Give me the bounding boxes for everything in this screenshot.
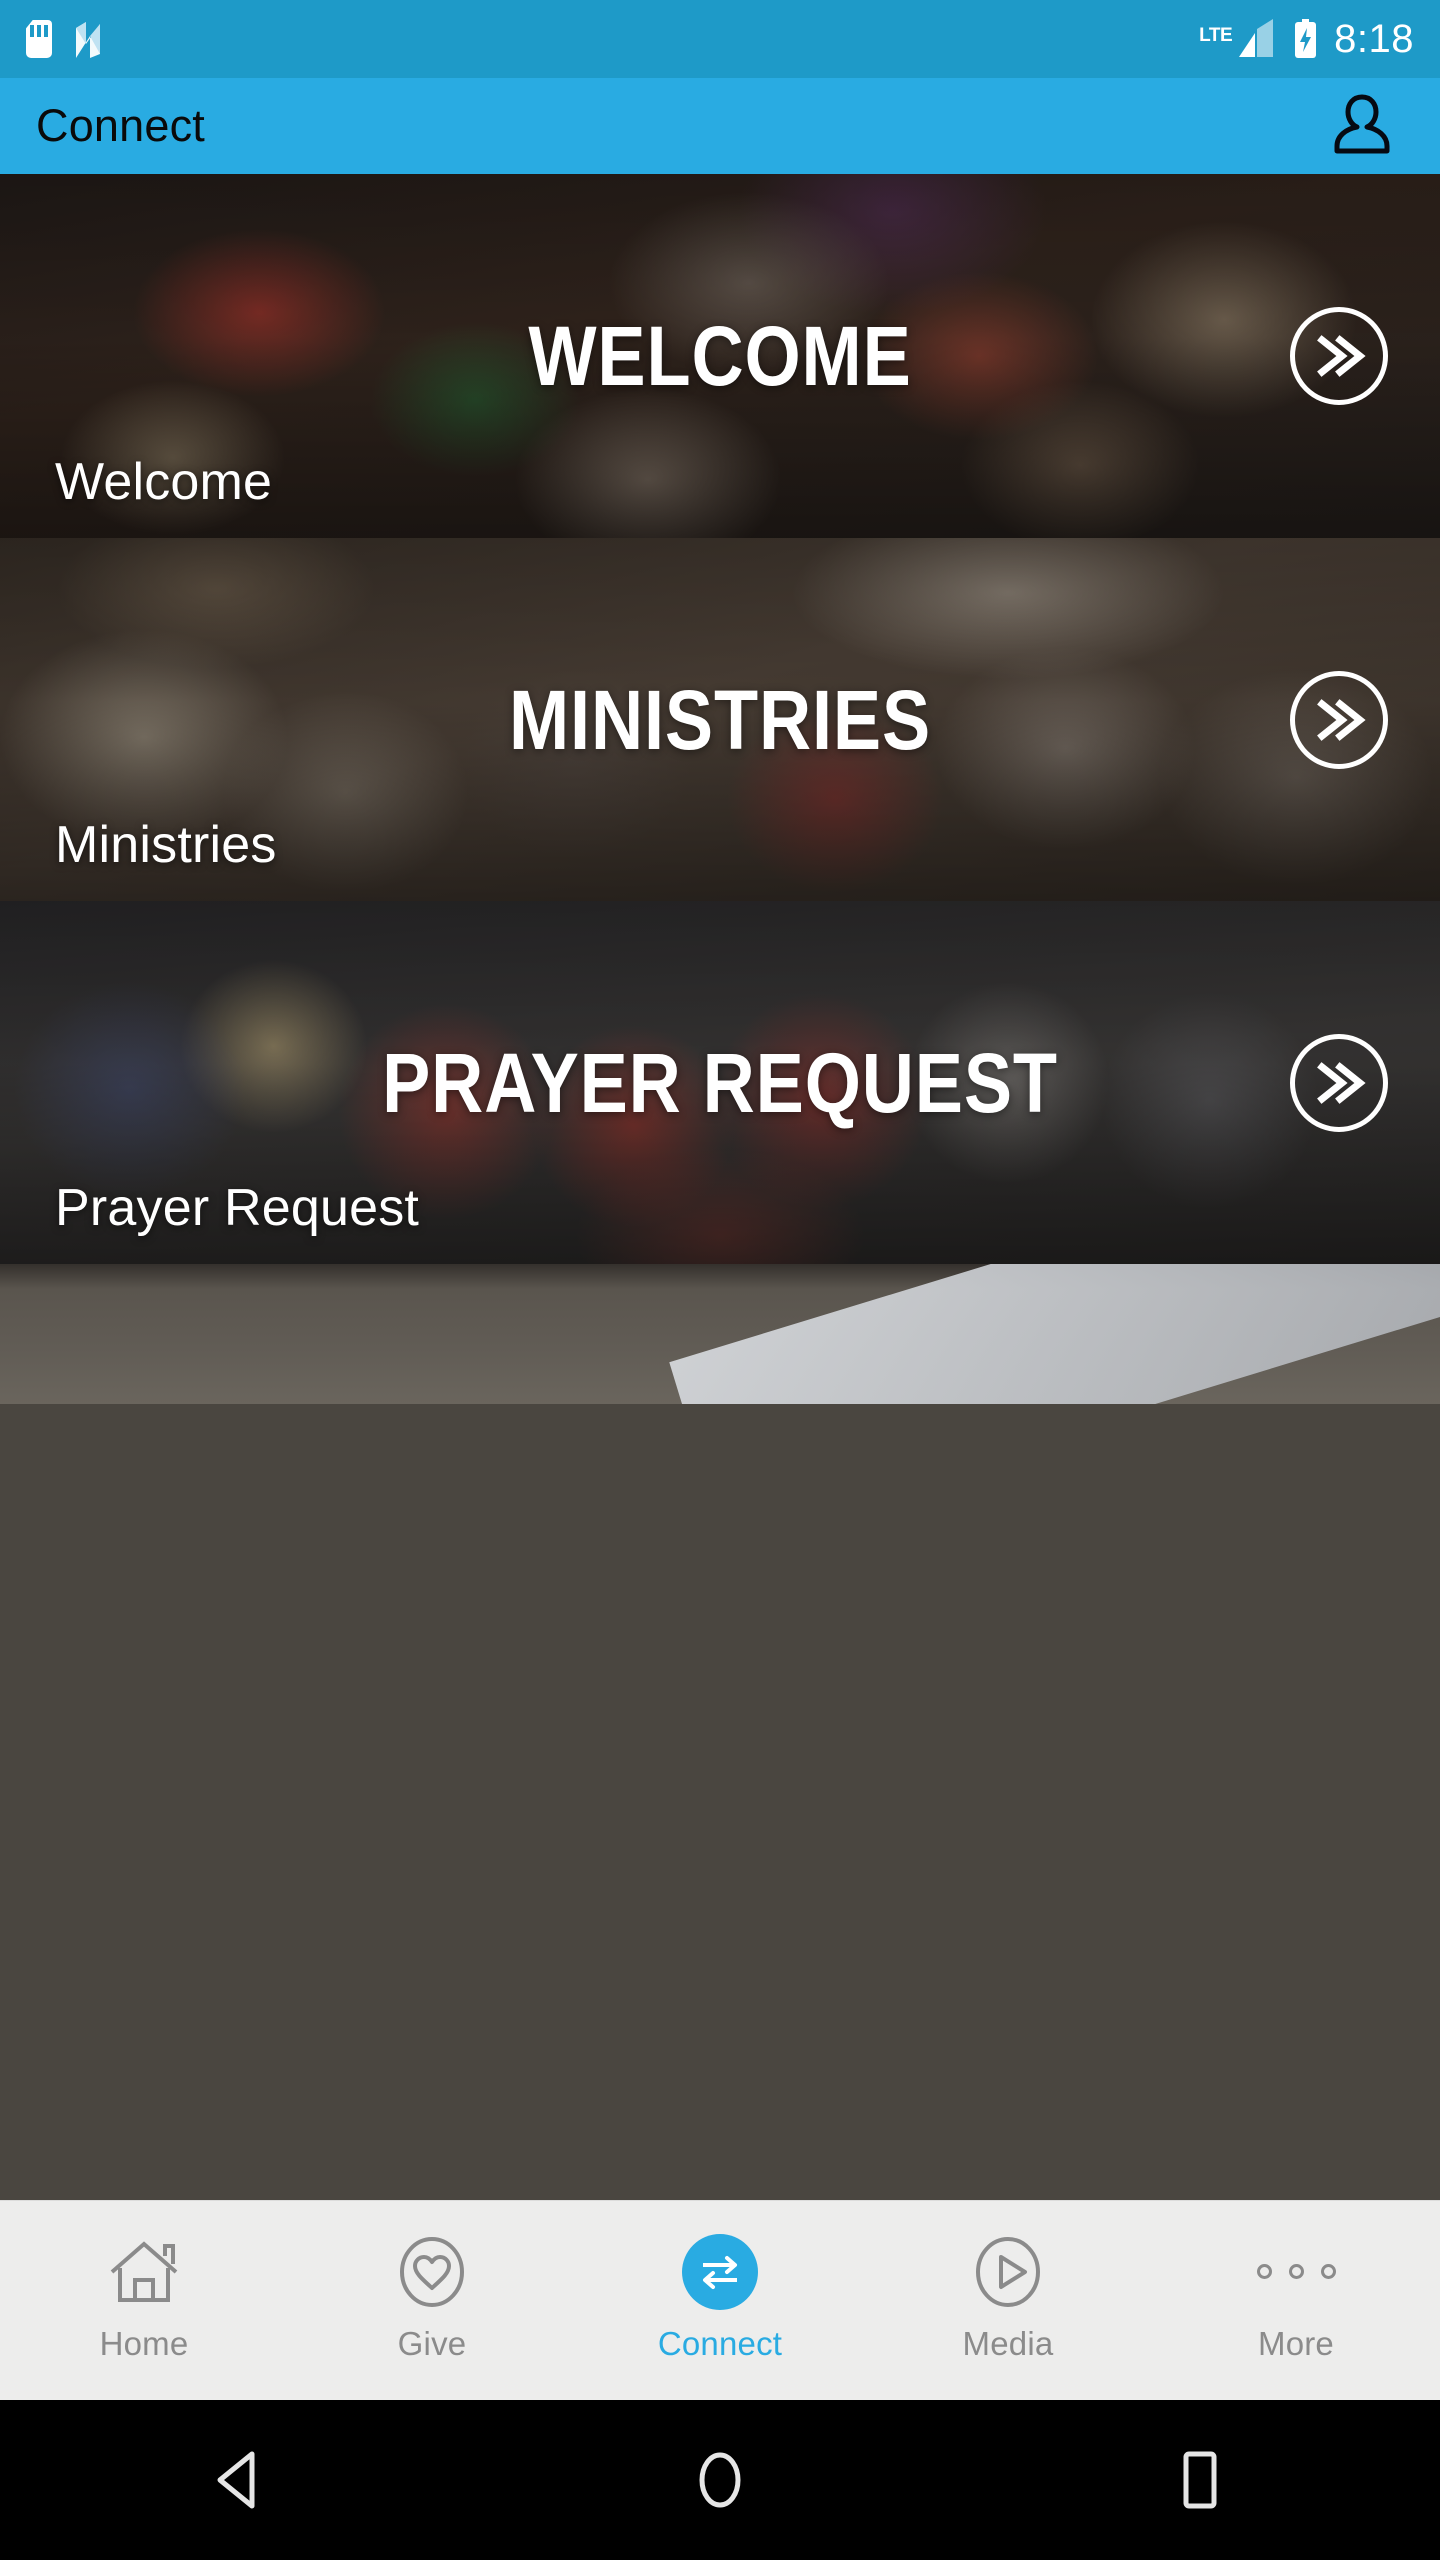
card-overlay-title: WELCOME <box>528 309 912 403</box>
tab-home[interactable]: Home <box>0 2201 288 2400</box>
card-overlay-title: MINISTRIES <box>508 672 931 767</box>
status-bar-left-icons <box>26 20 104 58</box>
double-chevron-right-icon[interactable] <box>1290 1033 1388 1132</box>
app-bar: Connect <box>0 78 1440 174</box>
tab-label-media: Media <box>962 2324 1054 2362</box>
lte-label: LTE <box>1199 25 1233 46</box>
lte-signal-icon: LTE <box>1199 19 1277 59</box>
tab-media[interactable]: Media <box>864 2201 1152 2400</box>
card-next-partial[interactable] <box>0 1264 1440 1404</box>
tab-connect[interactable]: Connect <box>576 2201 864 2400</box>
android-n-icon <box>74 20 104 58</box>
account-button[interactable] <box>1320 84 1404 168</box>
recents-square-icon[interactable] <box>1120 2400 1280 2560</box>
status-bar: LTE 8:18 <box>0 0 1440 78</box>
two-way-arrows-icon <box>682 2233 758 2310</box>
card-welcome[interactable]: WELCOME Welcome <box>0 174 1440 538</box>
heart-in-circle-icon <box>395 2235 469 2309</box>
tab-more[interactable]: More <box>1152 2201 1440 2400</box>
battery-charging-icon <box>1293 19 1318 59</box>
sd-card-icon <box>26 20 52 58</box>
home-circle-icon[interactable] <box>640 2400 800 2560</box>
back-triangle-icon[interactable] <box>160 2400 320 2560</box>
three-dots-icon <box>1256 2235 1336 2309</box>
card-caption: Prayer Request <box>55 1179 420 1237</box>
tab-label-home: Home <box>99 2324 189 2362</box>
play-in-circle-icon <box>971 2235 1045 2309</box>
status-bar-right-icons: LTE 8:18 <box>1199 17 1414 62</box>
tab-give[interactable]: Give <box>288 2201 576 2400</box>
tab-label-more: More <box>1258 2324 1334 2362</box>
tab-label-connect: Connect <box>657 2324 783 2362</box>
page-title: Connect <box>36 100 206 151</box>
person-icon <box>1331 91 1393 162</box>
app-screen: LTE 8:18 Connect WELCOME Welcome MINISTR… <box>0 0 1440 2560</box>
connect-card-list[interactable]: WELCOME Welcome MINISTRIES Ministries PR… <box>0 174 1440 2200</box>
double-chevron-right-icon[interactable] <box>1290 670 1388 769</box>
card-overlay-title: PRAYER REQUEST <box>382 1035 1058 1130</box>
status-bar-clock: 8:18 <box>1334 16 1414 61</box>
bottom-tab-bar: Home Give Connect Media More <box>0 2200 1440 2400</box>
card-caption: Welcome <box>55 453 273 511</box>
card-prayer-request[interactable]: PRAYER REQUEST Prayer Request <box>0 901 1440 1264</box>
double-chevron-right-icon[interactable] <box>1290 307 1388 405</box>
card-caption: Ministries <box>55 816 277 874</box>
house-icon <box>107 2235 181 2309</box>
android-navigation-bar <box>0 2400 1440 2560</box>
card-photo-partial <box>0 1264 1440 1404</box>
card-ministries[interactable]: MINISTRIES Ministries <box>0 538 1440 901</box>
tab-label-give: Give <box>397 2324 467 2362</box>
